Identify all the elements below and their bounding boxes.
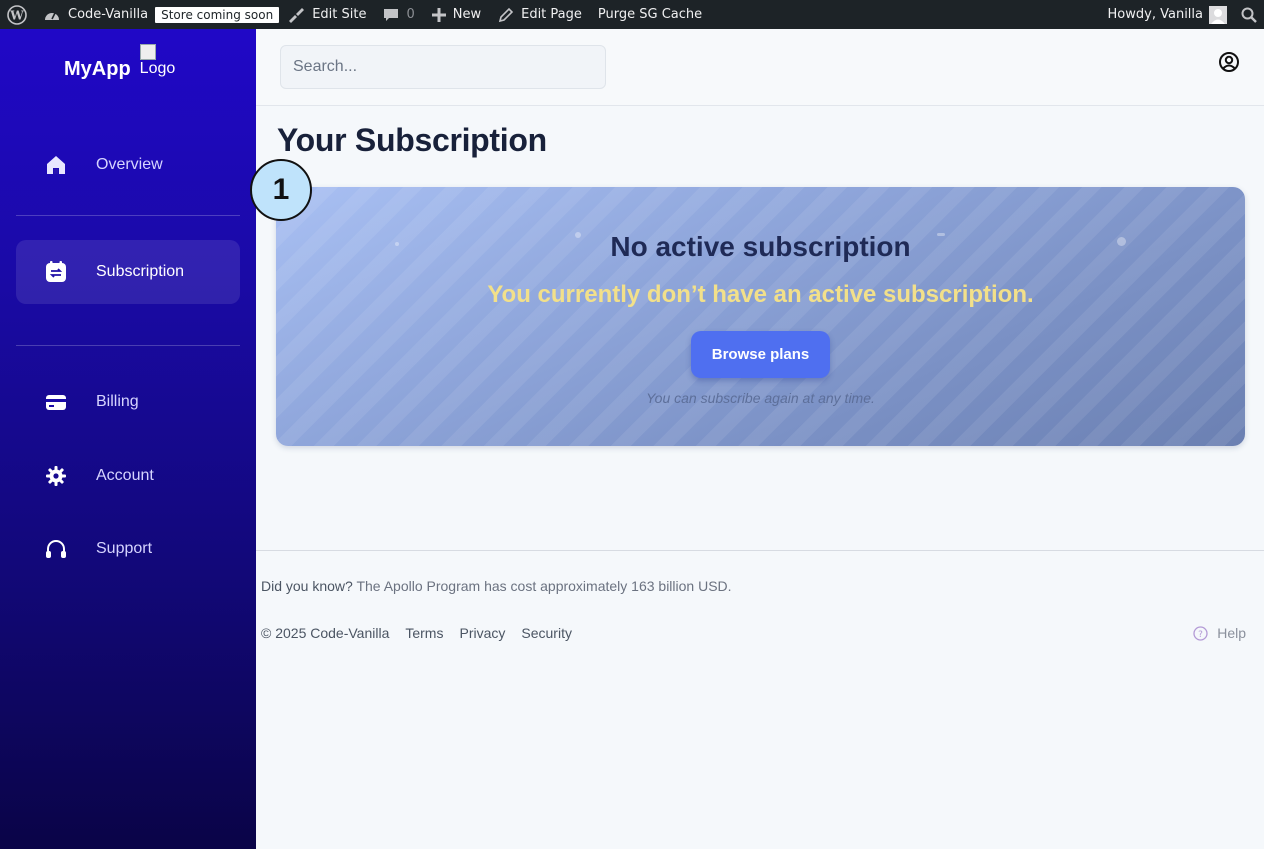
step-number-badge: 1 — [250, 159, 312, 221]
subscription-status-card: No active subscription You currently don… — [276, 187, 1245, 446]
pencil-icon — [498, 7, 514, 23]
edit-page-label: Edit Page — [521, 7, 582, 22]
sidebar-item-billing[interactable]: Billing — [16, 370, 240, 434]
user-profile-icon[interactable] — [1218, 51, 1240, 73]
help-link[interactable]: ? Help — [1193, 625, 1246, 641]
card-pattern — [276, 187, 1245, 446]
wordpress-logo-icon[interactable]: W — [7, 0, 27, 29]
sidebar-item-label: Billing — [96, 393, 139, 410]
site-name: Code-Vanilla — [68, 7, 149, 22]
headset-icon — [16, 537, 96, 561]
security-link[interactable]: Security — [521, 625, 572, 641]
sidebar-item-label: Support — [96, 540, 153, 557]
privacy-link[interactable]: Privacy — [459, 625, 505, 641]
sidebar-item-overview[interactable]: Overview — [16, 133, 240, 197]
credit-card-icon — [16, 390, 96, 414]
sidebar-item-label: Overview — [96, 156, 163, 173]
broken-image-icon — [139, 44, 156, 60]
purge-cache-link[interactable]: Purge SG Cache — [598, 0, 702, 29]
gear-icon — [16, 464, 96, 488]
card-title: No active subscription — [610, 231, 911, 262]
sidebar-item-subscription[interactable]: Subscription — [16, 240, 240, 304]
fun-fact: Did you know? The Apollo Program has cos… — [261, 578, 732, 594]
help-icon: ? — [1193, 625, 1208, 641]
plus-icon — [431, 7, 446, 22]
copyright: © 2025 Code-Vanilla — [261, 625, 390, 641]
howdy-label: Howdy, Vanilla — [1107, 7, 1203, 22]
subscription-icon — [16, 260, 96, 284]
card-note: You can subscribe again at any time. — [646, 390, 875, 406]
edit-site-link[interactable]: Edit Site — [287, 0, 366, 29]
store-status-badge: Store coming soon — [155, 6, 280, 23]
sidebar-item-support[interactable]: Support — [16, 517, 240, 581]
sidebar: MyApp Logo Overview Subscription Billing… — [0, 29, 256, 849]
comment-icon — [383, 7, 399, 23]
edit-page-link[interactable]: Edit Page — [498, 0, 582, 29]
logo-alt-text: Logo — [139, 60, 176, 77]
browse-plans-button[interactable]: Browse plans — [691, 331, 830, 378]
new-label: New — [452, 7, 482, 22]
dashboard-icon — [43, 7, 61, 23]
svg-text:W: W — [9, 8, 24, 22]
sidebar-item-label: Subscription — [96, 263, 185, 280]
edit-site-label: Edit Site — [312, 7, 367, 22]
comments-count: 0 — [406, 7, 415, 22]
sidebar-item-label: Account — [96, 467, 154, 484]
card-subtitle: You currently don’t have an active subsc… — [487, 281, 1034, 308]
home-icon — [16, 153, 96, 177]
brand[interactable]: MyApp Logo — [64, 44, 175, 81]
purge-cache-label: Purge SG Cache — [597, 7, 703, 22]
svg-text:?: ? — [1198, 630, 1203, 640]
logo-image: Logo — [139, 44, 176, 78]
account-menu[interactable]: Howdy, Vanilla — [1108, 0, 1227, 29]
fun-fact-text: The Apollo Program has cost approximatel… — [356, 578, 732, 594]
top-bar — [256, 29, 1264, 106]
sidebar-divider — [16, 345, 240, 346]
search-icon[interactable] — [1241, 0, 1257, 29]
fun-fact-label: Did you know? — [261, 578, 353, 594]
help-label: Help — [1217, 625, 1246, 641]
site-name-link[interactable]: Code-Vanilla — [43, 0, 148, 29]
brush-icon — [287, 7, 305, 23]
sidebar-item-account[interactable]: Account — [16, 444, 240, 508]
comments-link[interactable]: 0 — [383, 0, 415, 29]
admin-bar: W Code-Vanilla Store coming soon Edit Si… — [0, 0, 1264, 29]
footer-links: © 2025 Code-Vanilla Terms Privacy Securi… — [261, 625, 572, 641]
new-content-link[interactable]: New — [431, 0, 482, 29]
avatar — [1209, 5, 1227, 24]
terms-link[interactable]: Terms — [405, 625, 443, 641]
search-input[interactable] — [280, 45, 606, 89]
sidebar-divider — [16, 215, 240, 216]
page-title: Your Subscription — [277, 122, 547, 158]
brand-name: MyApp — [64, 58, 131, 80]
footer-divider — [256, 550, 1264, 551]
